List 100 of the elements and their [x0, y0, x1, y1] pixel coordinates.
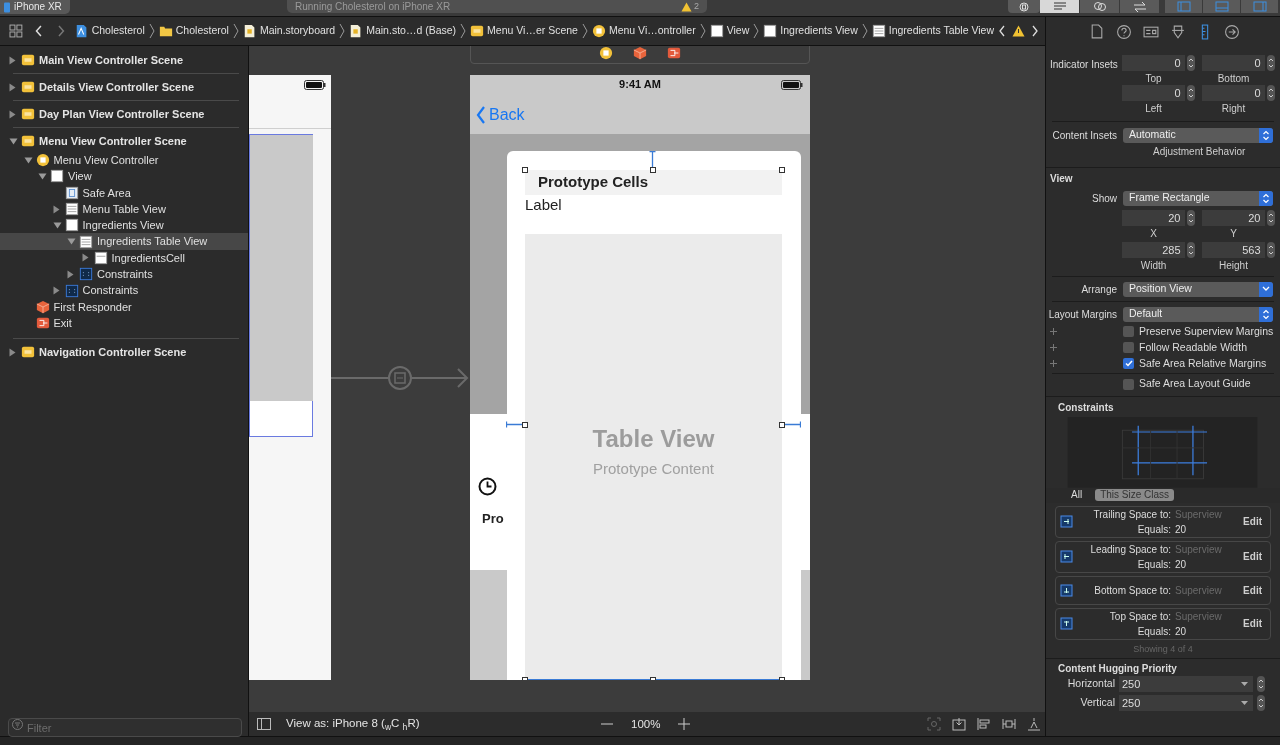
outline-row[interactable]: First Responder: [0, 298, 248, 315]
outline-item-label: View: [68, 169, 92, 185]
constraint-value: 20: [1175, 557, 1187, 572]
zoom-level: 100%: [631, 717, 661, 732]
breadcrumb-item[interactable]: Cholesterol: [74, 23, 145, 39]
field-caption: Width: [1140, 259, 1167, 272]
section-title: Content Hugging Priority: [1057, 661, 1178, 675]
section-title: View: [1049, 172, 1074, 185]
number-field[interactable]: 0: [1201, 55, 1265, 71]
filter-field[interactable]: Filter: [8, 718, 242, 737]
outline-row[interactable]: Details View Controller Scene: [0, 76, 248, 98]
constraint-label: Equals:: [1136, 624, 1171, 639]
number-field[interactable]: 20: [1201, 210, 1265, 226]
combo-field[interactable]: 250: [1119, 694, 1253, 711]
edit-button[interactable]: Edit: [1243, 549, 1262, 565]
breadcrumb-item[interactable]: Cholesterol: [158, 23, 229, 39]
breadcrumb-item[interactable]: Main.storyboard: [242, 23, 336, 39]
outline-item-label: Main View Controller Scene: [39, 52, 184, 68]
outline-item-label: Safe Area: [82, 185, 131, 201]
outline-item-label: Constraints: [97, 267, 153, 282]
field-caption: Left: [1145, 102, 1162, 115]
breadcrumb-item[interactable]: Menu Vi…ontroller: [591, 23, 696, 39]
table-view-title: Table View: [592, 427, 715, 451]
edit-button[interactable]: Edit: [1243, 616, 1262, 632]
field-label: Layout Margins: [1047, 307, 1118, 322]
breadcrumb-item[interactable]: Main.sto…d (Base): [349, 23, 457, 39]
number-field[interactable]: 563: [1201, 242, 1265, 258]
number-field[interactable]: 0: [1121, 85, 1185, 101]
constraint-label: Bottom Space to:: [1093, 583, 1171, 598]
number-field[interactable]: 285: [1121, 242, 1185, 258]
combo-field[interactable]: 250: [1119, 676, 1253, 693]
field-caption: Top: [1145, 72, 1162, 85]
outline-item-label: Menu View Controller: [53, 152, 159, 168]
constraint-label: Equals:: [1136, 557, 1171, 572]
breadcrumb-item[interactable]: Ingredients Table View: [871, 23, 994, 39]
section-title: Constraints: [1057, 401, 1115, 414]
field-label: Indicator Insets: [1049, 58, 1118, 72]
number-field[interactable]: 0: [1201, 85, 1265, 101]
outline-row[interactable]: View: [0, 168, 248, 185]
field-caption: Adjustment Behavior: [1153, 145, 1247, 158]
table-view-subtitle: Prototype Content: [593, 461, 714, 476]
outline-item-label: IngredientsCell: [111, 250, 185, 266]
number-field[interactable]: 0: [1121, 55, 1185, 71]
popup-button[interactable]: Default: [1123, 306, 1273, 322]
field-caption: Height: [1219, 259, 1248, 272]
status-time: 9:41 AM: [619, 77, 661, 93]
outline-row[interactable]: IngredientsCell: [0, 249, 248, 267]
popup-button[interactable]: Position View: [1123, 281, 1273, 297]
outline-row[interactable]: Ingredients View: [0, 217, 248, 234]
outline-row[interactable]: Menu View Controller Scene: [0, 130, 248, 152]
activity-text: Running Cholesterol on iPhone XR: [295, 1, 451, 12]
outline-item-label: Details View Controller Scene: [39, 79, 195, 95]
field-caption: Y: [1230, 227, 1237, 240]
field-caption: Right: [1221, 102, 1246, 115]
constraint-target: Superview: [1175, 507, 1222, 522]
number-field[interactable]: 20: [1121, 210, 1185, 226]
popup-button[interactable]: Frame Rectangle: [1123, 190, 1273, 206]
outline-item-label: Day Plan View Controller Scene: [39, 106, 205, 122]
checkbox-label: Safe Area Layout Guide: [1139, 376, 1251, 392]
constraint-card[interactable]: Leading Space to: Superview Equals: 20 Edit: [1055, 540, 1271, 573]
breadcrumb-item[interactable]: Ingredients View: [763, 23, 858, 39]
breadcrumb-item[interactable]: Menu Vi…er Scene: [470, 23, 578, 39]
filter-tab[interactable]: All: [1066, 489, 1088, 502]
outline-item-label: First Responder: [53, 299, 132, 315]
constraint-label: Top Space to:: [1108, 609, 1171, 624]
section-header-text: Prototype Cells: [538, 174, 649, 189]
outline-row[interactable]: Menu View Controller: [0, 152, 248, 169]
checkbox-label: Safe Area Relative Margins: [1139, 355, 1267, 371]
constraint-target: Superview: [1175, 609, 1222, 624]
outline-row[interactable]: Navigation Controller Scene: [0, 341, 248, 364]
constraint-label: Trailing Space to:: [1092, 507, 1171, 522]
outline-row[interactable]: Exit: [0, 314, 248, 332]
outline-row[interactable]: Safe Area: [0, 184, 248, 201]
edit-button[interactable]: Edit: [1243, 514, 1262, 530]
outline-row[interactable]: Main View Controller Scene: [0, 49, 248, 71]
outline-row[interactable]: Constraints: [0, 282, 248, 299]
outline-row[interactable]: Day Plan View Controller Scene: [0, 103, 248, 125]
breadcrumb-item[interactable]: View: [709, 23, 750, 39]
outline-item-label: Exit: [53, 315, 72, 331]
field-label: Arrange: [1080, 282, 1118, 297]
menu-item-text: Pro: [482, 510, 504, 528]
constraint-card[interactable]: Trailing Space to: Superview Equals: 20 Edit: [1055, 505, 1271, 538]
constraint-card[interactable]: Bottom Space to: Superview Edit: [1055, 575, 1271, 605]
field-label: Content Insets: [1051, 128, 1118, 143]
scheme-selector[interactable]: iPhone XR: [0, 0, 70, 14]
constraint-card[interactable]: Top Space to: Superview Equals: 20 Edit: [1055, 607, 1271, 640]
constraint-value: 20: [1175, 522, 1187, 537]
outline-item-label: Ingredients View: [82, 218, 164, 234]
edit-button[interactable]: Edit: [1243, 582, 1262, 598]
field-caption: Bottom: [1217, 72, 1250, 85]
field-label: Horizontal: [1066, 676, 1116, 692]
popup-button[interactable]: Automatic: [1123, 127, 1273, 143]
warning-count: 2: [694, 2, 699, 11]
view-as-button[interactable]: View as: iPhone 8 ($_{w}$C $_{h}$R): [286, 715, 420, 733]
field-label: Show: [1091, 191, 1118, 206]
outline-row[interactable]: Constraints: [0, 266, 248, 283]
outline-row[interactable]: Ingredients Table View: [0, 233, 248, 250]
constraint-target: Superview: [1175, 542, 1222, 557]
outline-row[interactable]: Menu Table View: [0, 200, 248, 218]
filter-tab[interactable]: This Size Class: [1095, 489, 1175, 502]
